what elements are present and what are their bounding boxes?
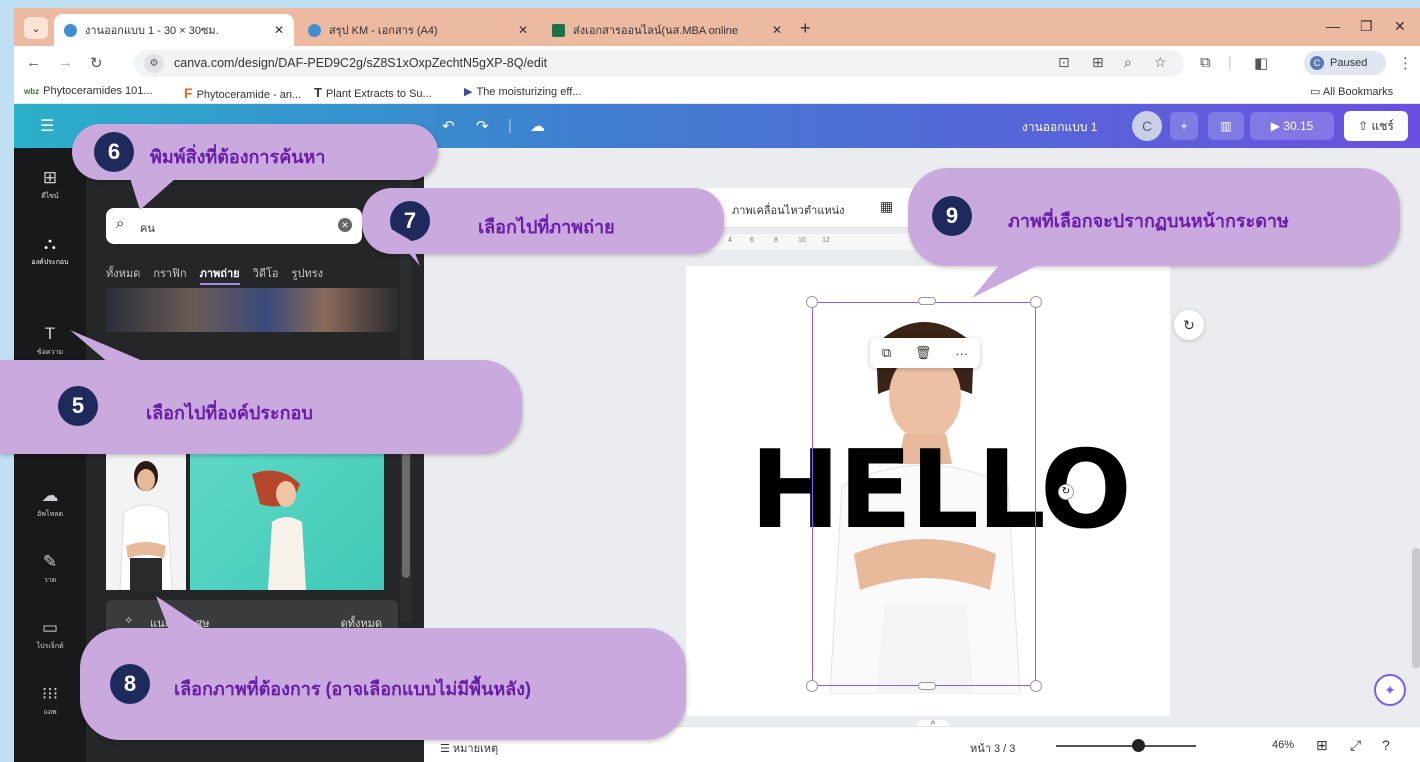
callout-tails [70,178,1040,632]
